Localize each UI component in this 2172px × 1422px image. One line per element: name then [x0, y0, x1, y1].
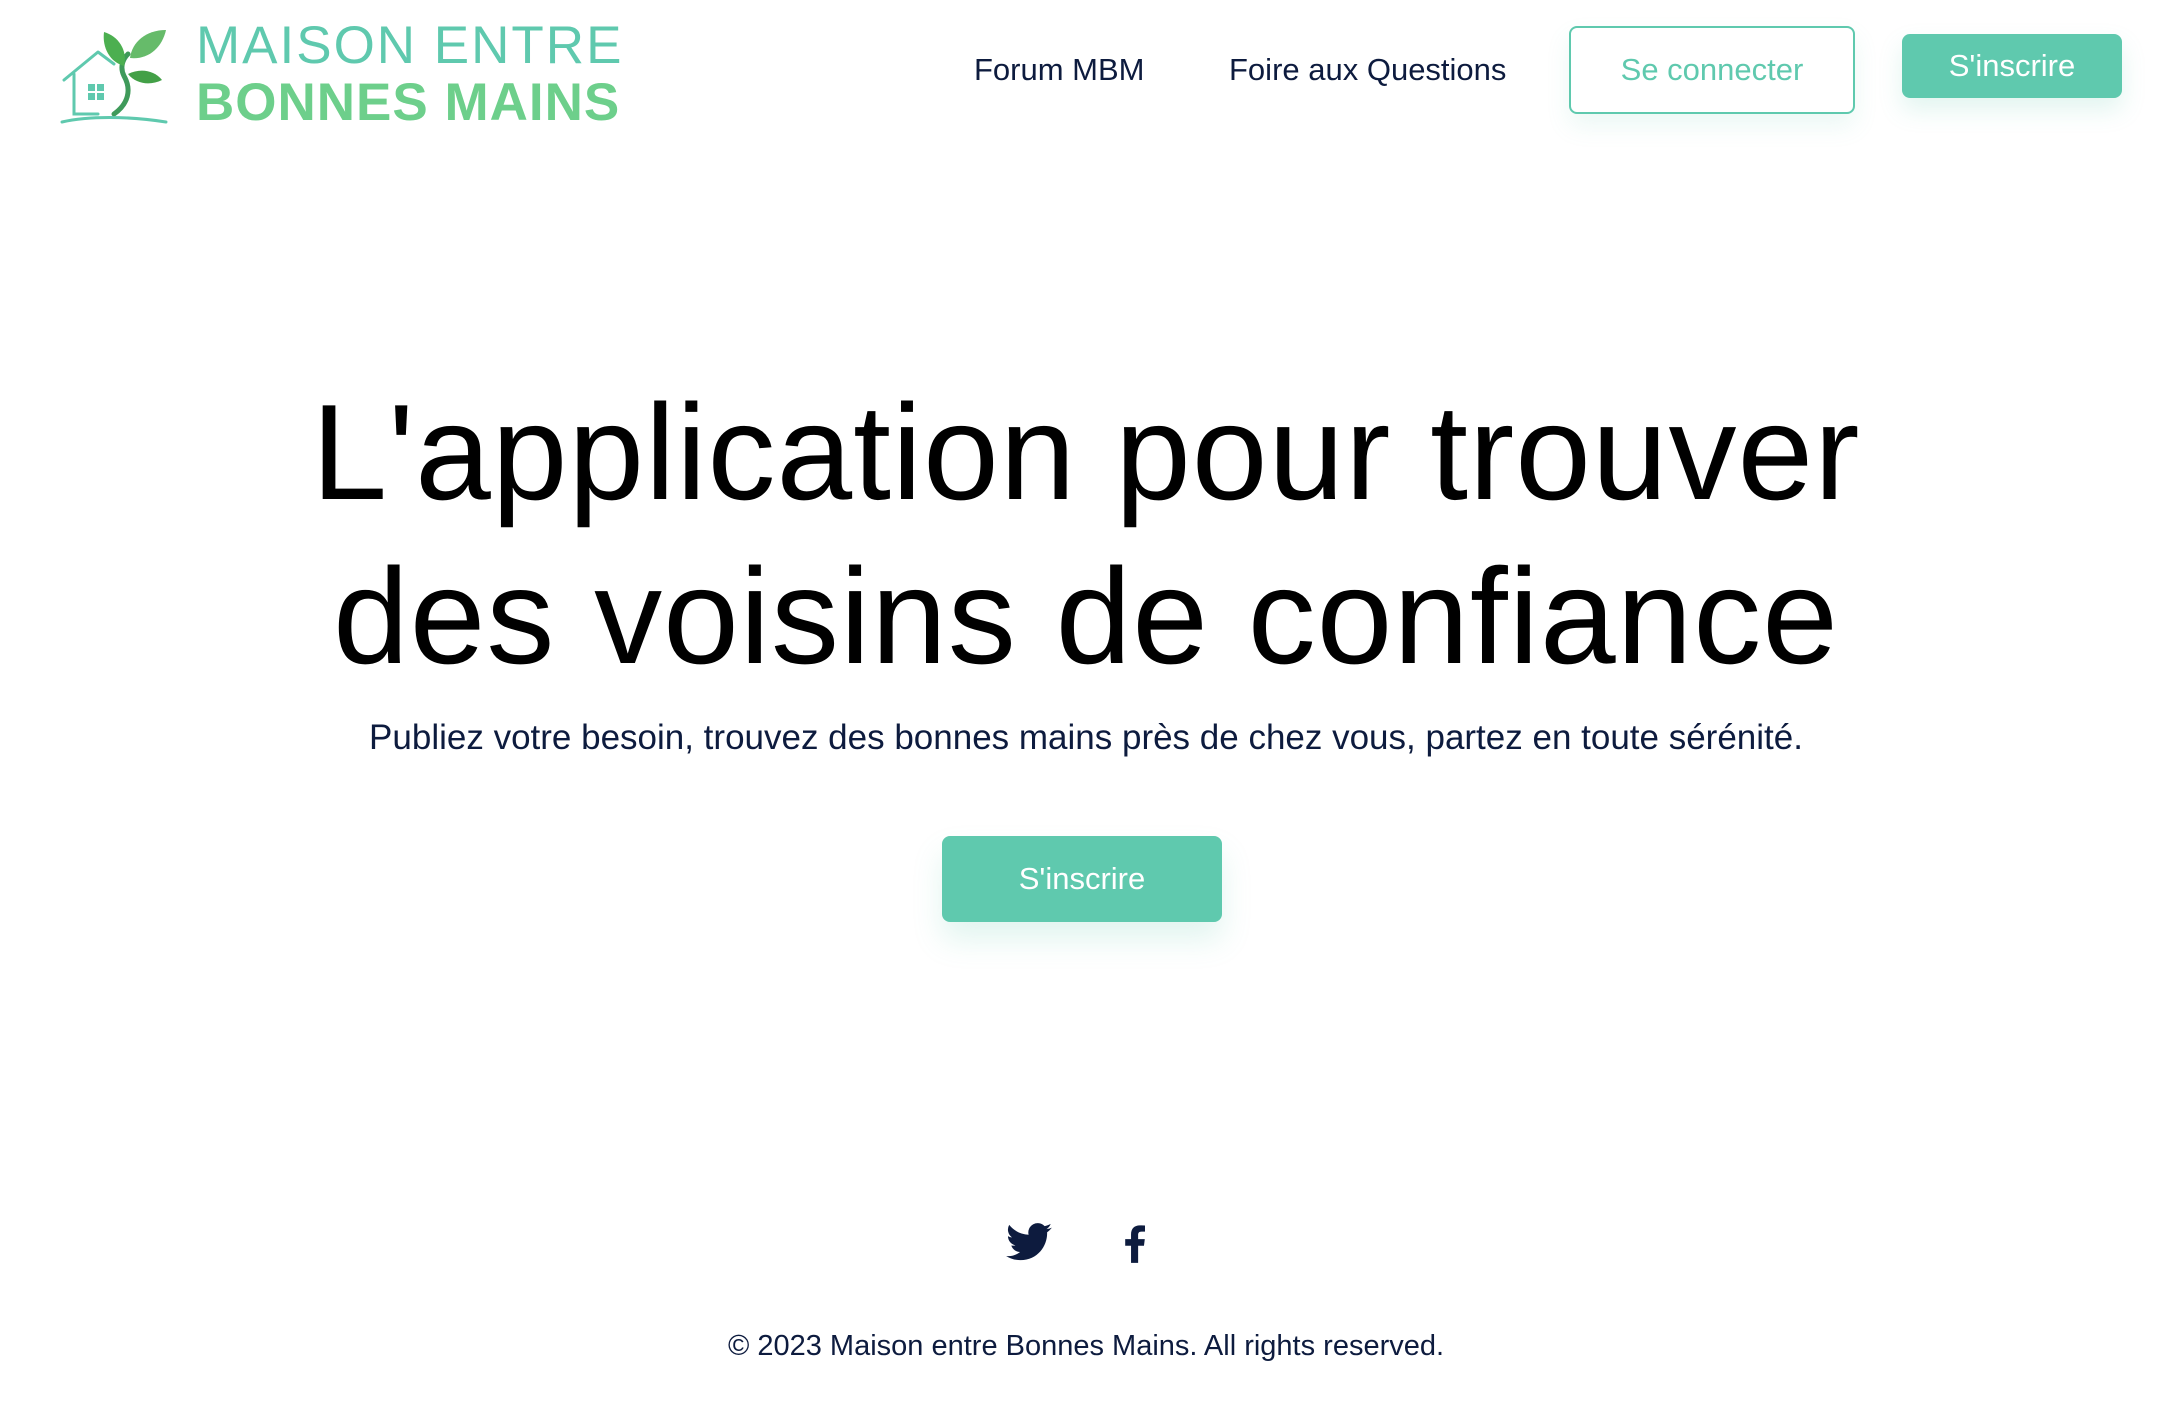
hero-signup-button[interactable]: S'inscrire	[942, 836, 1222, 922]
hero-subtitle: Publiez votre besoin, trouvez des bonnes…	[369, 718, 1803, 757]
house-leaves-logo-icon	[60, 30, 168, 124]
header-signup-button[interactable]: S'inscrire	[1902, 34, 2122, 98]
facebook-icon[interactable]	[1110, 1216, 1160, 1268]
landing-page: MAISON ENTRE BONNES MAINS Forum MBM Foir…	[0, 0, 2172, 1422]
logo-text-line2: BONNES MAINS	[196, 73, 621, 132]
copyright-text: © 2023 Maison entre Bonnes Mains. All ri…	[727, 1330, 1445, 1362]
hero-title-line1: L'application pour trouver	[311, 376, 1861, 528]
hero-title-line2: des voisins de confiance	[333, 540, 1839, 692]
hero-title: L'application pour trouver des voisins d…	[0, 370, 2172, 698]
twitter-icon[interactable]	[1004, 1216, 1054, 1268]
login-button[interactable]: Se connecter	[1569, 26, 1855, 114]
nav-link-forum[interactable]: Forum MBM	[974, 44, 1145, 96]
site-logo[interactable]: MAISON ENTRE BONNES MAINS	[58, 18, 628, 130]
nav-link-faq[interactable]: Foire aux Questions	[1229, 44, 1506, 96]
logo-text-line1: MAISON ENTRE	[196, 16, 624, 75]
